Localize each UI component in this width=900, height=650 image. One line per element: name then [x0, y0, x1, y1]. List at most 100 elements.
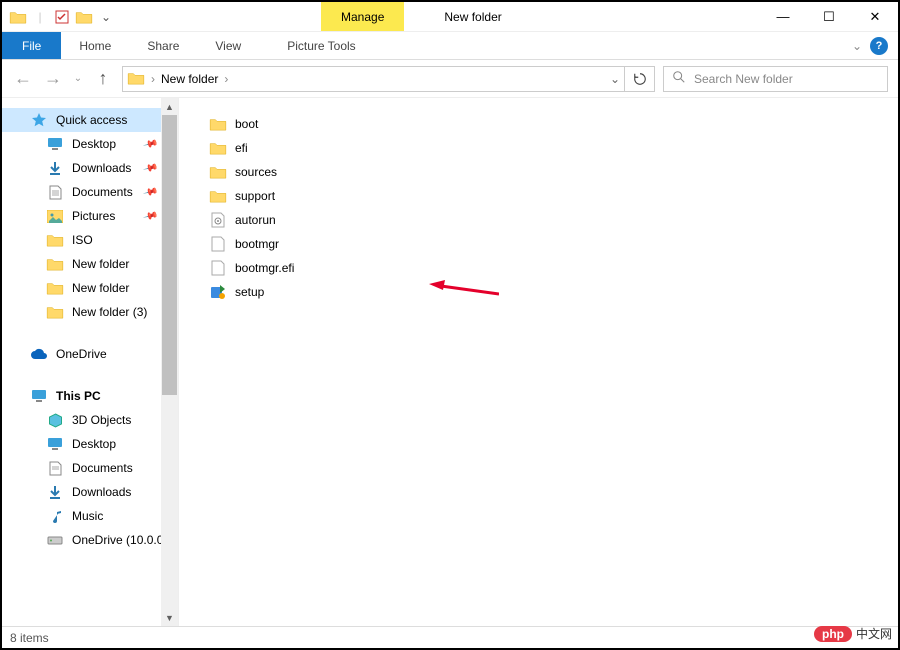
list-item[interactable]: sources — [209, 160, 898, 184]
sidebar-item-desktop[interactable]: Desktop — [2, 432, 178, 456]
sidebar-item-pictures[interactable]: Pictures 📌 — [2, 204, 178, 228]
file-name: bootmgr — [235, 237, 279, 251]
watermark-text: 中文网 — [856, 625, 892, 642]
folder-icon — [209, 163, 227, 181]
sidebar-item-iso[interactable]: ISO — [2, 228, 178, 252]
sidebar-label: OneDrive — [56, 347, 107, 361]
tab-share[interactable]: Share — [129, 32, 197, 59]
sidebar-label: Pictures — [72, 209, 115, 223]
context-tab-label: Manage — [341, 10, 384, 24]
search-input[interactable]: Search New folder — [663, 66, 888, 92]
list-item[interactable]: bootmgr — [209, 232, 898, 256]
folder-icon — [74, 7, 94, 27]
close-button[interactable]: ✕ — [852, 2, 898, 32]
search-placeholder: Search New folder — [694, 72, 793, 86]
nav-scrollbar[interactable]: ▲ ▼ — [161, 98, 178, 626]
sidebar-label: Desktop — [72, 137, 116, 151]
sidebar-label: Downloads — [72, 485, 131, 499]
window-controls: — ☐ ✕ — [760, 2, 898, 32]
sidebar-item-onedrive[interactable]: OneDrive — [2, 342, 178, 366]
back-button[interactable]: ← — [12, 68, 34, 90]
sidebar-label: Desktop — [72, 437, 116, 451]
folder-icon — [209, 115, 227, 133]
sidebar-item-3dobjects[interactable]: 3D Objects — [2, 408, 178, 432]
sidebar-item-documents[interactable]: Documents 📌 — [2, 180, 178, 204]
folder-icon — [8, 7, 28, 27]
scroll-thumb[interactable] — [162, 115, 177, 395]
file-name: boot — [235, 117, 258, 131]
folder-icon — [46, 232, 64, 248]
list-item[interactable]: efi — [209, 136, 898, 160]
file-name: setup — [235, 285, 264, 299]
tab-picture-tools[interactable]: Picture Tools — [269, 32, 373, 59]
folder-icon — [46, 304, 64, 320]
tab-home-label: Home — [79, 39, 111, 53]
list-item[interactable]: bootmgr.efi — [209, 256, 898, 280]
sidebar-item-quick-access[interactable]: Quick access — [2, 108, 178, 132]
pin-icon: 📌 — [142, 184, 158, 200]
sidebar-item-newfolder3[interactable]: New folder (3) — [2, 300, 178, 324]
sidebar-item-music[interactable]: Music — [2, 504, 178, 528]
recent-dropdown-icon[interactable]: ⌄ — [72, 68, 84, 90]
list-item[interactable]: boot — [209, 112, 898, 136]
breadcrumb[interactable]: › New folder › ⌄ — [122, 66, 625, 92]
search-icon — [672, 70, 686, 87]
status-bar: 8 items — [2, 626, 898, 648]
tab-file[interactable]: File — [2, 32, 61, 59]
tab-view[interactable]: View — [197, 32, 259, 59]
list-item[interactable]: autorun — [209, 208, 898, 232]
documents-icon — [46, 460, 64, 476]
contextual-tab-manage[interactable]: Manage — [321, 2, 404, 31]
explorer-window: | ⌄ Manage New folder — ☐ ✕ File Home Sh… — [0, 0, 900, 650]
tab-home[interactable]: Home — [61, 32, 129, 59]
qat-dropdown-icon[interactable]: ⌄ — [96, 7, 116, 27]
breadcrumb-dropdown-icon[interactable]: ⌄ — [610, 72, 620, 86]
folder-icon — [127, 71, 145, 87]
content-pane[interactable]: boot efi sources support autorun bootmgr — [179, 98, 898, 626]
scroll-up-icon[interactable]: ▲ — [161, 98, 178, 115]
sidebar-item-onedrive-network[interactable]: OneDrive (10.0.0 — [2, 528, 178, 552]
pin-icon: 📌 — [142, 136, 158, 152]
status-items-count: 8 items — [10, 631, 49, 645]
refresh-button[interactable] — [625, 66, 655, 92]
thispc-icon — [30, 388, 48, 404]
sidebar-item-desktop[interactable]: Desktop 📌 — [2, 132, 178, 156]
breadcrumb-sep-icon: › — [224, 72, 228, 86]
sidebar-label: New folder (3) — [72, 305, 147, 319]
up-button[interactable]: ↑ — [92, 68, 114, 90]
setup-exe-icon — [209, 283, 227, 301]
navigation-pane: Quick access Desktop 📌 Downloads 📌 Docum… — [2, 98, 179, 626]
sidebar-item-downloads[interactable]: Downloads — [2, 480, 178, 504]
forward-button[interactable]: → — [42, 68, 64, 90]
folder-icon — [46, 256, 64, 272]
properties-icon[interactable] — [52, 7, 72, 27]
quick-access-toolbar: | ⌄ — [2, 7, 116, 27]
help-icon[interactable]: ? — [870, 37, 888, 55]
breadcrumb-current[interactable]: New folder — [161, 72, 218, 86]
tab-view-label: View — [215, 39, 241, 53]
sidebar-label: New folder — [72, 257, 129, 271]
sidebar-item-thispc[interactable]: This PC — [2, 384, 178, 408]
minimize-button[interactable]: — — [760, 2, 806, 32]
sidebar-item-downloads[interactable]: Downloads 📌 — [2, 156, 178, 180]
pictures-icon — [46, 208, 64, 224]
pin-icon: 📌 — [142, 160, 158, 176]
sidebar-label: New folder — [72, 281, 129, 295]
ribbon-collapse-icon[interactable]: ⌄ — [852, 39, 862, 53]
file-name: support — [235, 189, 275, 203]
annotation-arrow-icon — [429, 280, 499, 300]
file-icon — [209, 259, 227, 277]
list-item[interactable]: support — [209, 184, 898, 208]
3dobjects-icon — [46, 412, 64, 428]
tab-file-label: File — [22, 39, 41, 53]
list-item[interactable]: setup — [209, 280, 898, 304]
sidebar-label: ISO — [72, 233, 93, 247]
ribbon-right: ⌄ ? — [852, 32, 898, 59]
scroll-down-icon[interactable]: ▼ — [161, 609, 178, 626]
sidebar-label: Music — [72, 509, 103, 523]
sidebar-item-newfolder[interactable]: New folder — [2, 252, 178, 276]
sidebar-item-documents[interactable]: Documents — [2, 456, 178, 480]
maximize-button[interactable]: ☐ — [806, 2, 852, 32]
file-icon — [209, 235, 227, 253]
sidebar-item-newfolder[interactable]: New folder — [2, 276, 178, 300]
